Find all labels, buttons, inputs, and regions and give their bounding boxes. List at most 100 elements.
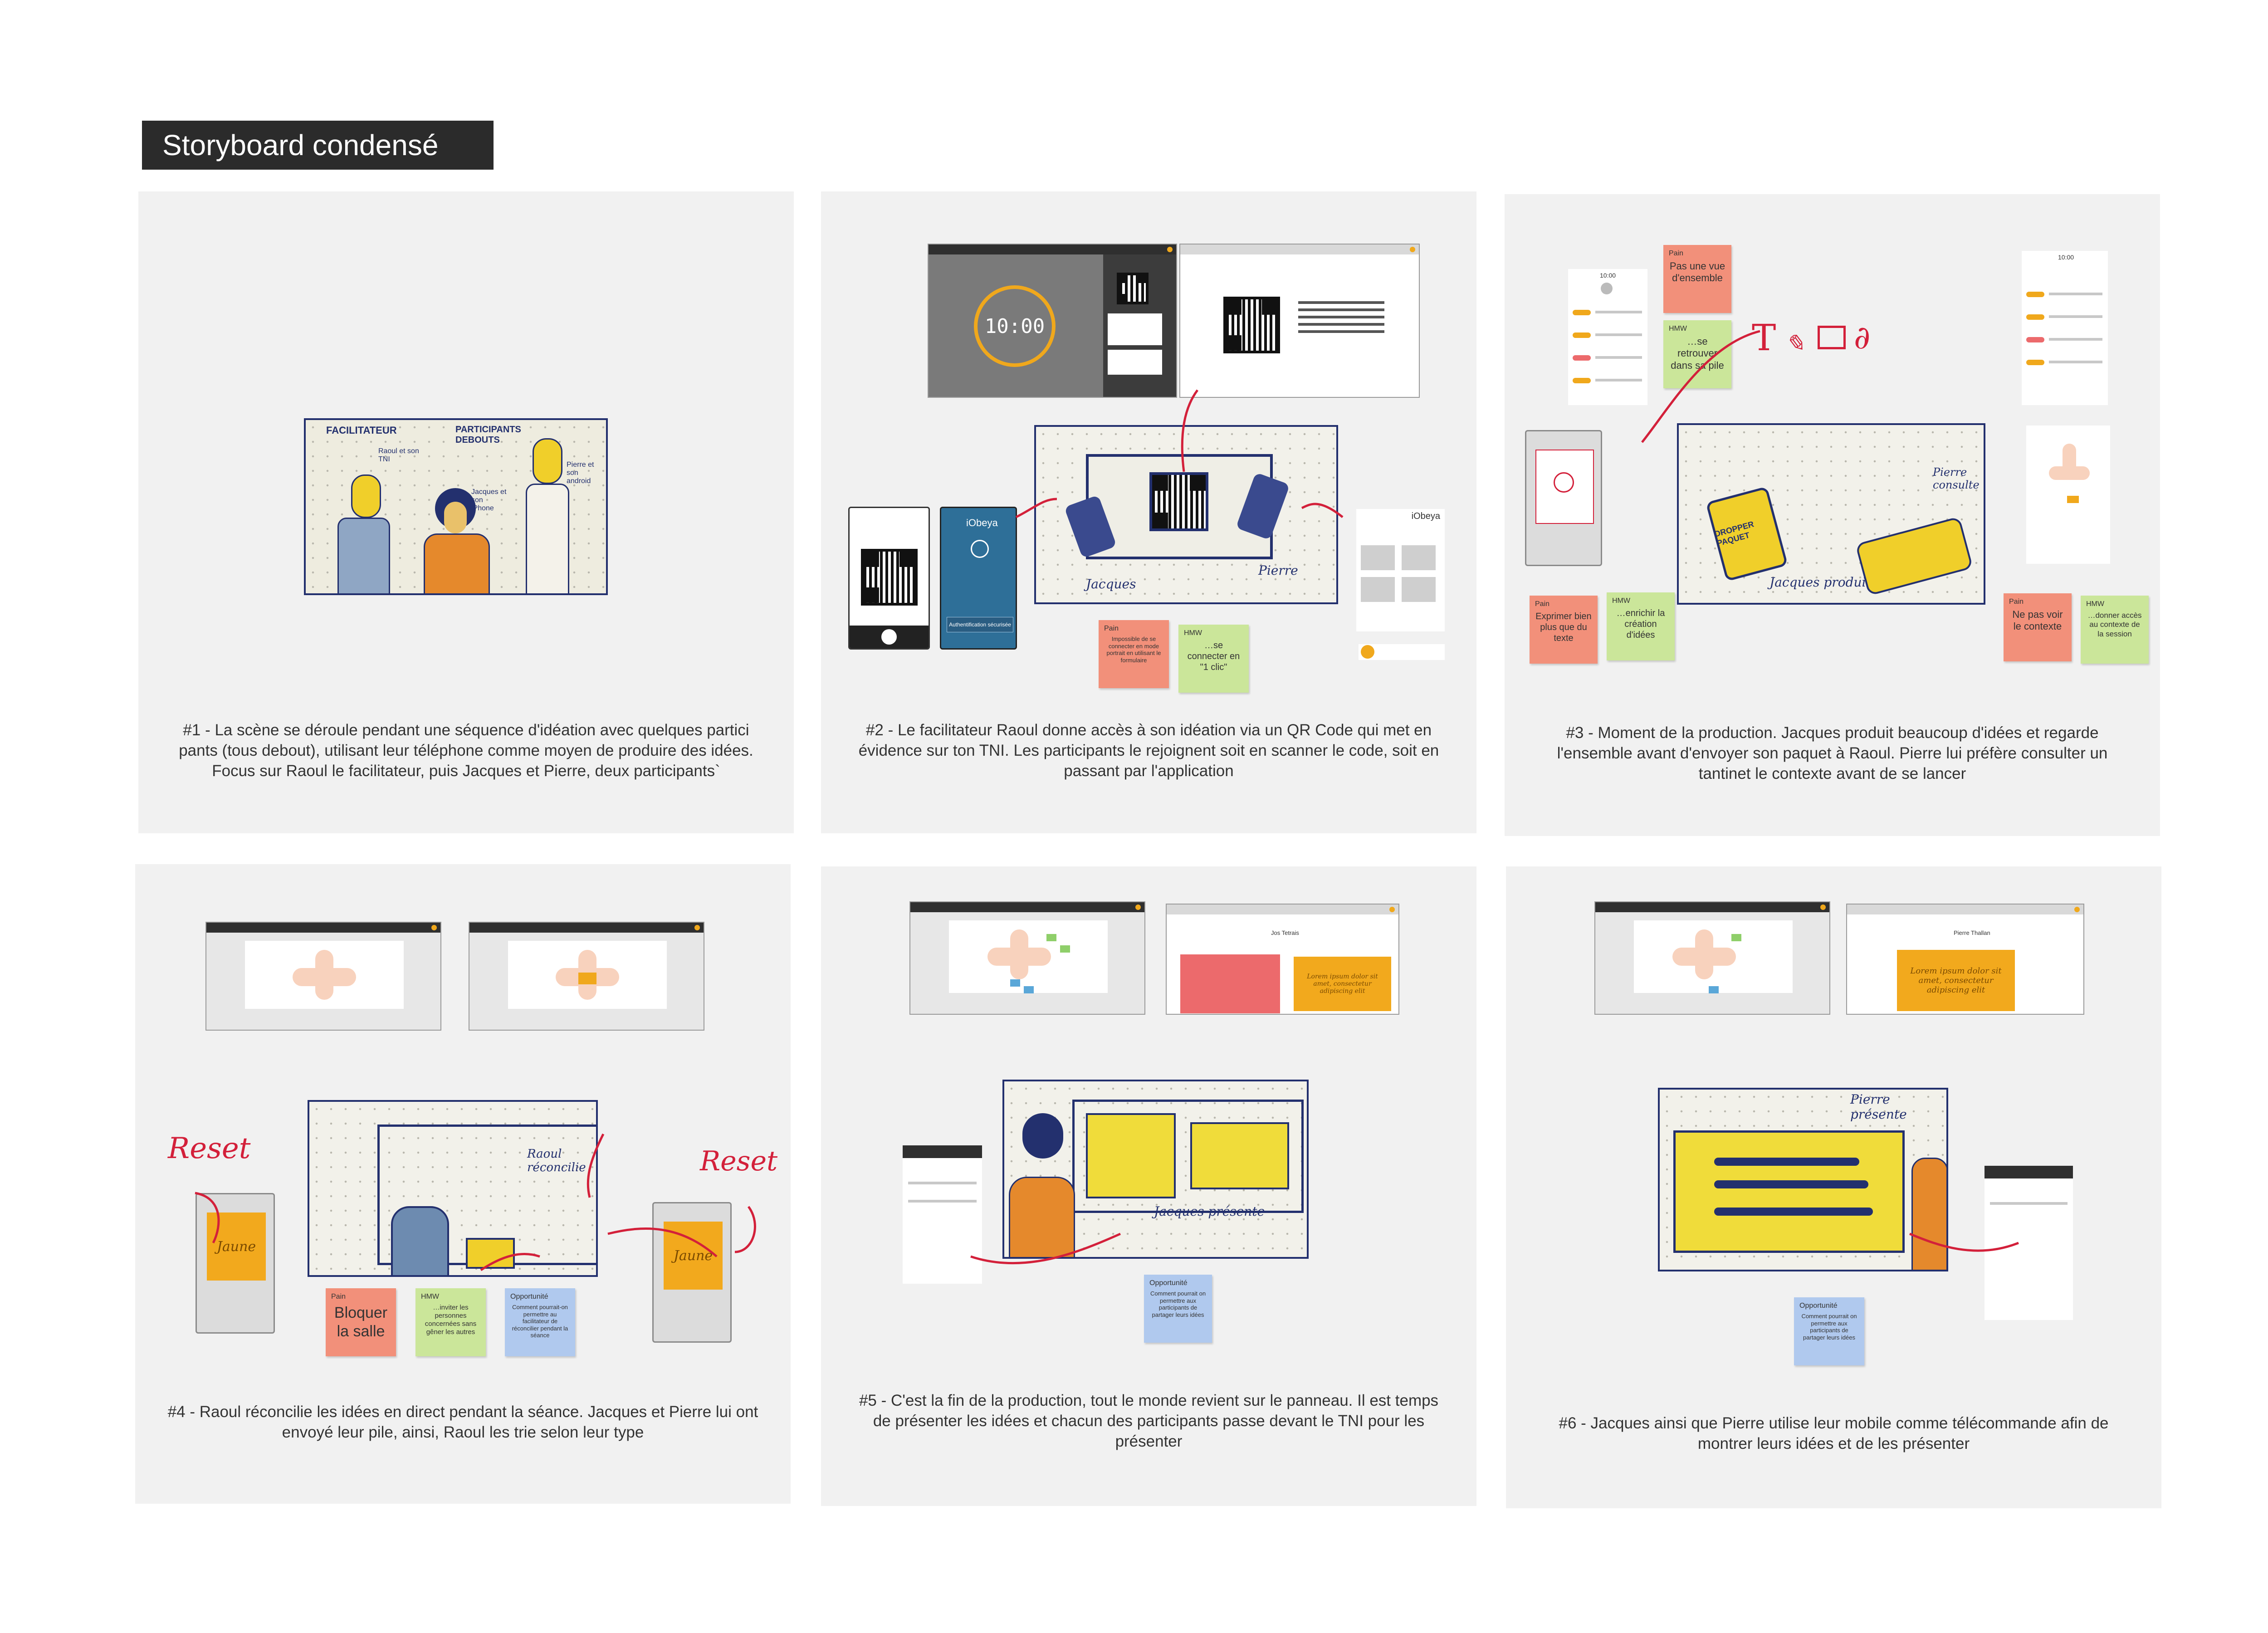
tablet-sidebar (1103, 254, 1176, 397)
panel-3-caption: #3 - Moment de la production. Jacques pr… (1557, 724, 2108, 782)
sketch-scene-2: Jacques Pierre (1034, 425, 1338, 604)
panel-1: FACILITATEUR Raoul et son TNI PARTICIPAN… (138, 191, 794, 833)
app-nav-dots[interactable] (1359, 644, 1445, 660)
phone-qr-code (861, 549, 918, 606)
phone-idea-list-left: 10:00 (1568, 269, 1647, 405)
phone-note-right: Jaune (652, 1202, 732, 1343)
tablet-presentation-6: Pierre Thallan Lorem ipsum dolor sit ame… (1846, 904, 2084, 1015)
presenter-name-6: Pierre Thallan (1954, 929, 1990, 936)
sketch-panel-yellow-6 (1673, 1130, 1905, 1253)
phone-remote-left (903, 1145, 982, 1284)
app-header-logo: iObeya (1411, 511, 1440, 521)
pen-tool-icon: ✎ (1785, 330, 1805, 357)
presenter-name: Jos Tetrais (1271, 929, 1299, 936)
tablet-qr-screen (1179, 244, 1420, 398)
sketch-qr (1149, 472, 1208, 531)
sketch-person-raoul (337, 474, 390, 593)
tablet-clock-screen: 10:00 (928, 244, 1177, 398)
qr-instructions (1298, 297, 1384, 337)
sketch-label-raoul-reconcilie: Raoul réconcilie (527, 1147, 586, 1174)
tablet-board-overview (909, 901, 1145, 1015)
sketch-label-pierre-consulte: Pierre consulte (1933, 466, 1980, 491)
red-idea-card (1180, 954, 1280, 1013)
timer-text: 10:00 (984, 314, 1045, 338)
tablet-qr-code (1117, 273, 1149, 304)
sketch-label-pierre-presente: Pierre présente (1850, 1092, 1907, 1122)
tablet-card (1108, 313, 1162, 345)
sticky-opportunite-reconcilier: Opportunité Comment pourrait-on permettr… (505, 1288, 575, 1356)
sticky-hmw: HMW …se connecter en "1 clic" (1178, 625, 1249, 693)
sketch-scene-5: Jacques présente (1002, 1080, 1309, 1259)
panel-6: Pierre Thallan Lorem ipsum dolor sit ame… (1506, 866, 2161, 1508)
sketch-label-raoul: Raoul et son TNI (378, 447, 419, 463)
reset-label-right: Reset (700, 1145, 778, 1177)
yellow-note-left[interactable]: Jaune (207, 1213, 266, 1281)
yellow-note-right[interactable]: Jaune (664, 1222, 723, 1290)
sticky-pain-context: Pain Ne pas voir le contexte (2004, 593, 2072, 661)
phone-clock-right: 10:00 (2058, 254, 2074, 261)
sticky-opportunite-partager-6: Opportunité Comment pourrait on permettr… (1794, 1297, 1864, 1365)
phone-context-view (2026, 425, 2110, 564)
sketch-person-pierre-6 (1911, 1158, 1946, 1270)
sticky-pain: Pain Impossible de se connecter en mode … (1099, 620, 1169, 688)
sticky-pain-text: Pain Exprimer bien plus que du texte (1530, 596, 1598, 664)
sketch-person-raoul (391, 1206, 449, 1275)
sketch-label-pierre: Pierre et son android (567, 461, 594, 485)
attach-tool-icon: ∂ (1854, 319, 1871, 356)
sketch-label-facilitateur: FACILITATEUR (326, 425, 397, 436)
page-title: Storyboard condensé (142, 121, 494, 170)
panel-2-caption: #2 - Le facilitateur Raoul donne accès à… (858, 721, 1439, 780)
app-tile-list: iObeya (1356, 509, 1445, 631)
text-tool-icon: T (1752, 317, 1776, 359)
sticky-pain-overview: Pain Pas une vue d'ensemble (1663, 245, 1731, 313)
sticky-hmw-inviter: HMW …inviter les personnes concernées sa… (415, 1288, 486, 1356)
auth-button[interactable]: Authentification sécurisée (947, 617, 1013, 632)
sticky-opportunite-partager: Opportunité Comment pourrait on permettr… (1144, 1275, 1212, 1343)
sketch-label-jacques-presente: Jacques présente (1154, 1204, 1265, 1219)
sketch-person-jacques (424, 488, 490, 593)
sketch-label-jacques: Jacques (1086, 577, 1136, 592)
sketch-scene-3: DROPPER PAQUET Jacques produit Pierre co… (1677, 423, 1985, 605)
phone-clock: 10:00 (1600, 272, 1616, 279)
sketch-scene-4: Raoul réconcilie (308, 1100, 598, 1277)
tablet-presentation: Jos Tetrais Lorem ipsum dolor sit amet, … (1166, 904, 1399, 1015)
sketch-box (466, 1238, 515, 1269)
panel-1-caption: #1 - La scène se déroule pendant une séq… (179, 721, 753, 780)
tablet-card-2 (1108, 350, 1162, 375)
app-logo: iObeya (966, 517, 998, 528)
sketch-label-participants: PARTICIPANTS DEBOUTS (455, 425, 521, 445)
tablet-board-overview-6 (1594, 901, 1830, 1015)
yellow-idea-card: Lorem ipsum dolor sit amet, consectetur … (1294, 957, 1391, 1011)
timer-ring: 10:00 (974, 285, 1056, 367)
sketch-hand-pierre (1855, 516, 1974, 596)
sticky-hmw-enrichir: HMW …enrichir la création d'idées (1607, 592, 1675, 660)
panel-2: 10:00 iObeya Authentification sécurisée … (821, 191, 1476, 833)
phone-remote-right (1984, 1166, 2073, 1320)
tablet-board-left (205, 922, 441, 1031)
qr-code-large (1223, 297, 1280, 353)
sticky-hmw-contexte: HMW …donner accès au contexte de la sess… (2081, 596, 2149, 664)
sketch-label-pierre: Pierre (1258, 563, 1298, 578)
phone-idea-list-right: 10:00 (2022, 251, 2108, 405)
sketch-scene-1: FACILITATEUR Raoul et son TNI PARTICIPAN… (304, 418, 608, 595)
panel-4: Raoul réconcilie Reset Reset Jaune Jaune… (135, 864, 791, 1504)
sticky-hmw-pile: HMW …se retrouver dans sa pile (1663, 320, 1731, 388)
sketch-person-pierre (523, 438, 569, 593)
shutter-button[interactable] (881, 629, 897, 645)
phone-note-left: Jaune (196, 1193, 275, 1334)
yellow-idea-card-6: Lorem ipsum dolor sit amet, consectetur … (1897, 950, 2015, 1011)
panel-3: 10:00 Pain Pas une vue d'ensemble HMW …s… (1505, 194, 2160, 836)
image-tool-icon (1818, 326, 1846, 349)
phone-app-login: iObeya Authentification sécurisée (940, 507, 1017, 650)
reset-label-left: Reset (168, 1132, 251, 1165)
panel-5: Jos Tetrais Lorem ipsum dolor sit amet, … (821, 866, 1476, 1506)
fingerprint-icon (971, 540, 989, 558)
tablet-board-right (469, 922, 704, 1031)
sketch-label-jacques-produit: Jacques produit (1769, 575, 1871, 590)
sticky-pain-salle: Pain Bloquer la salle (326, 1288, 396, 1356)
panel-6-caption: #6 - Jacques ainsi que Pierre utilise le… (1559, 1414, 2109, 1452)
drawing-sad-face-icon (1554, 472, 1574, 493)
panel-4-caption: #4 - Raoul réconcilie les idées en direc… (167, 1403, 758, 1441)
phone-drawing (1525, 430, 1602, 566)
phone-qr-scan (848, 507, 930, 650)
